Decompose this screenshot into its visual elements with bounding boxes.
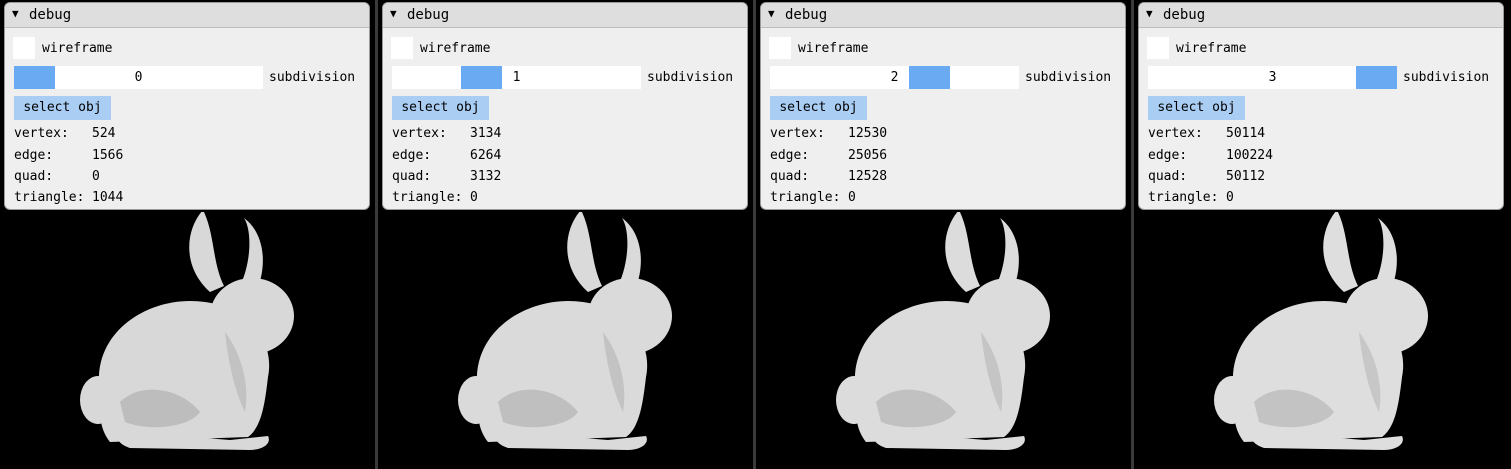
subdivision-label: subdivision <box>647 70 734 85</box>
bunny-mesh <box>836 212 1050 450</box>
stat-label-vertex: vertex: <box>770 126 825 141</box>
bunny-render <box>1214 212 1428 450</box>
stat-label-vertex: vertex: <box>14 126 69 141</box>
stat-value-triangle: 0 <box>848 190 856 205</box>
stat-label-quad: quad: <box>14 169 54 184</box>
triangle-down-icon[interactable]: ▼ <box>768 7 775 21</box>
bunny-mesh <box>1214 212 1428 450</box>
stat-value-quad: 12528 <box>848 169 888 184</box>
3d-viewport[interactable] <box>378 212 753 469</box>
subdivision-slider-value: 0 <box>134 70 143 85</box>
stat-value-triangle: 0 <box>470 190 478 205</box>
debug-panel: ▼ debug wireframe 1 subdivision select o… <box>382 2 748 210</box>
select-obj-button[interactable]: select obj <box>1148 96 1245 120</box>
subdivision-label: subdivision <box>1025 70 1112 85</box>
stat-label-edge: edge: <box>392 148 432 163</box>
stat-label-triangle: triangle: <box>14 190 85 205</box>
subdivision-label: subdivision <box>269 70 356 85</box>
bunny-head <box>966 278 1050 354</box>
wireframe-checkbox[interactable] <box>1147 37 1169 59</box>
stat-label-triangle: triangle: <box>1148 190 1219 205</box>
app-window: ▼ debug wireframe 0 subdivision select o… <box>0 0 1511 469</box>
stat-value-triangle: 0 <box>1226 190 1234 205</box>
subdivision-slider[interactable]: 0 <box>14 66 263 89</box>
debug-panel-header[interactable]: ▼ debug <box>1139 3 1503 28</box>
bunny-left-ear <box>189 212 224 292</box>
bunny-head <box>588 278 672 354</box>
wireframe-checkbox[interactable] <box>391 37 413 59</box>
stat-value-quad: 3132 <box>470 169 502 184</box>
subdivision-slider[interactable]: 2 <box>770 66 1019 89</box>
bunny-render <box>80 212 294 450</box>
subdivision-slider[interactable]: 3 <box>1148 66 1397 89</box>
debug-panel: ▼ debug wireframe 3 subdivision select o… <box>1138 2 1504 210</box>
render-pane-1: ▼ debug wireframe 1 subdivision select o… <box>378 0 753 469</box>
stat-value-vertex: 3134 <box>470 126 502 141</box>
debug-panel: ▼ debug wireframe 0 subdivision select o… <box>4 2 370 210</box>
wireframe-label: wireframe <box>42 41 113 56</box>
debug-panel-header[interactable]: ▼ debug <box>761 3 1125 28</box>
3d-viewport[interactable] <box>0 212 375 469</box>
triangle-down-icon[interactable]: ▼ <box>390 7 397 21</box>
bunny-mesh <box>80 212 294 450</box>
subdivision-slider[interactable]: 1 <box>392 66 641 89</box>
debug-panel-header[interactable]: ▼ debug <box>5 3 369 28</box>
3d-viewport[interactable] <box>756 212 1131 469</box>
stat-label-quad: quad: <box>770 169 810 184</box>
stat-label-vertex: vertex: <box>1148 126 1203 141</box>
render-pane-3: ▼ debug wireframe 3 subdivision select o… <box>1134 0 1509 469</box>
select-obj-button[interactable]: select obj <box>14 96 111 120</box>
stat-value-quad: 0 <box>92 169 100 184</box>
select-obj-button[interactable]: select obj <box>392 96 489 120</box>
stat-label-triangle: triangle: <box>392 190 463 205</box>
stat-value-edge: 1566 <box>92 148 124 163</box>
stat-value-quad: 50112 <box>1226 169 1266 184</box>
bunny-left-ear <box>567 212 602 292</box>
bunny-head <box>210 278 294 354</box>
stat-label-edge: edge: <box>1148 148 1188 163</box>
stat-value-vertex: 50114 <box>1226 126 1266 141</box>
stat-value-edge: 100224 <box>1226 148 1273 163</box>
wireframe-checkbox[interactable] <box>13 37 35 59</box>
bunny-render <box>836 212 1050 450</box>
triangle-down-icon[interactable]: ▼ <box>12 7 19 21</box>
wireframe-label: wireframe <box>1176 41 1247 56</box>
bunny-mesh <box>458 212 672 450</box>
panel-title: debug <box>1163 7 1206 23</box>
subdivision-slider-value: 1 <box>512 70 521 85</box>
3d-viewport[interactable] <box>1134 212 1509 469</box>
stat-value-edge: 25056 <box>848 148 888 163</box>
bunny-left-ear <box>945 212 980 292</box>
triangle-down-icon[interactable]: ▼ <box>1146 7 1153 21</box>
stat-label-triangle: triangle: <box>770 190 841 205</box>
stat-value-vertex: 12530 <box>848 126 888 141</box>
stat-label-quad: quad: <box>392 169 432 184</box>
stat-value-triangle: 1044 <box>92 190 124 205</box>
render-pane-0: ▼ debug wireframe 0 subdivision select o… <box>0 0 375 469</box>
stat-label-edge: edge: <box>14 148 54 163</box>
debug-panel: ▼ debug wireframe 2 subdivision select o… <box>760 2 1126 210</box>
panel-title: debug <box>29 7 72 23</box>
panel-title: debug <box>785 7 828 23</box>
panel-title: debug <box>407 7 450 23</box>
stat-label-edge: edge: <box>770 148 810 163</box>
wireframe-label: wireframe <box>420 41 491 56</box>
bunny-head <box>1344 278 1428 354</box>
debug-panel-header[interactable]: ▼ debug <box>383 3 747 28</box>
subdivision-slider-value: 2 <box>890 70 899 85</box>
stat-label-quad: quad: <box>1148 169 1188 184</box>
subdivision-label: subdivision <box>1403 70 1490 85</box>
subdivision-slider-value: 3 <box>1268 70 1277 85</box>
wireframe-checkbox[interactable] <box>769 37 791 59</box>
stat-value-edge: 6264 <box>470 148 502 163</box>
stat-value-vertex: 524 <box>92 126 116 141</box>
bunny-left-ear <box>1323 212 1358 292</box>
select-obj-button[interactable]: select obj <box>770 96 867 120</box>
render-pane-2: ▼ debug wireframe 2 subdivision select o… <box>756 0 1131 469</box>
wireframe-label: wireframe <box>798 41 869 56</box>
stat-label-vertex: vertex: <box>392 126 447 141</box>
bunny-render <box>458 212 672 450</box>
